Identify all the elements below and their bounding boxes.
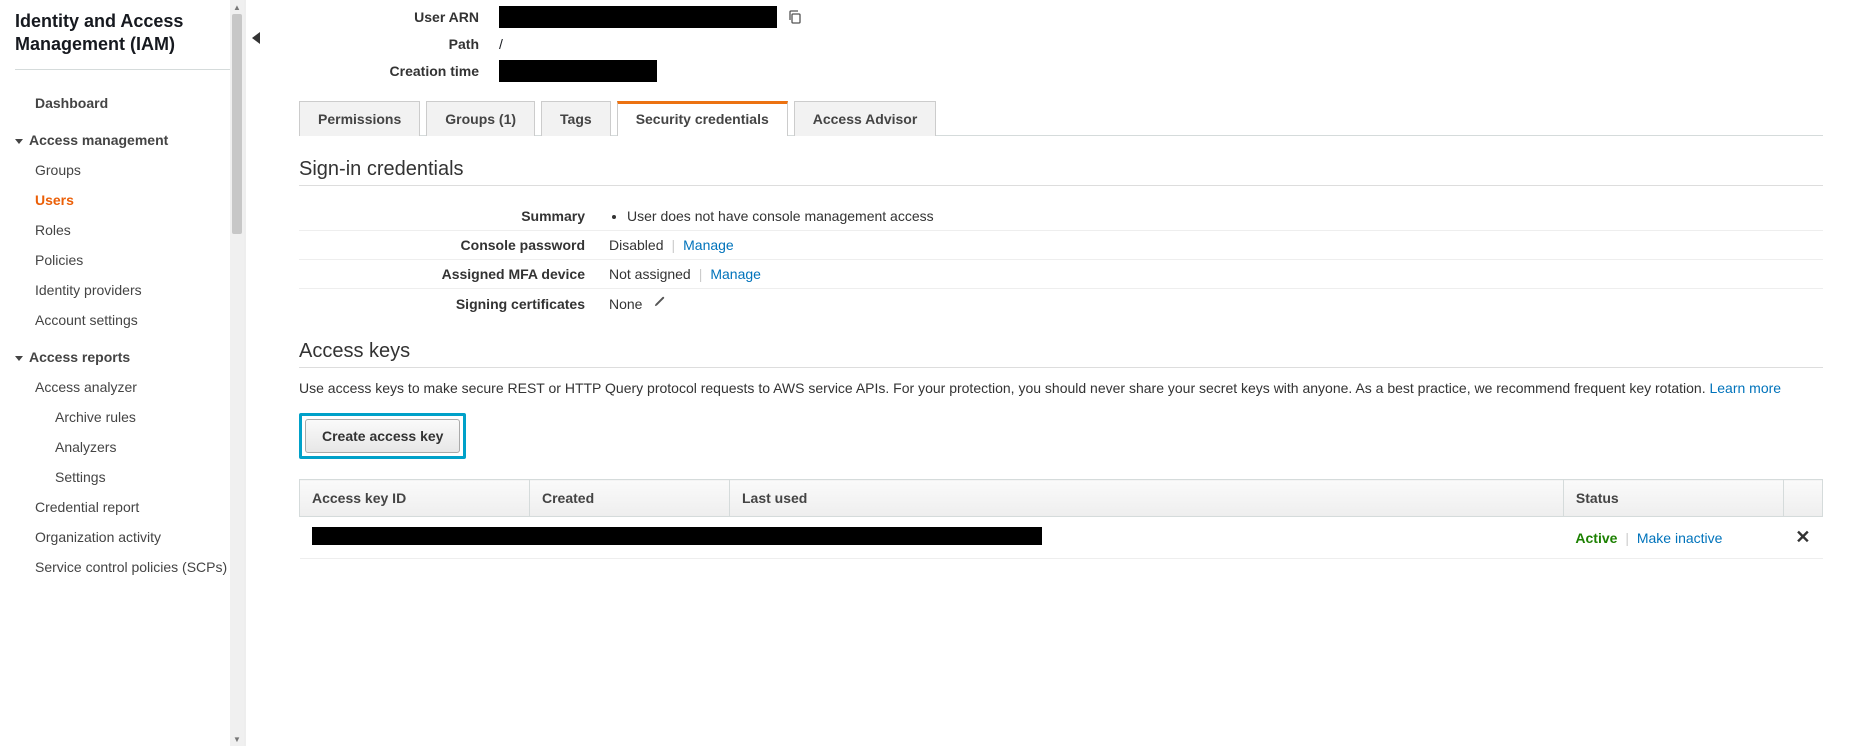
col-last-used: Last used <box>730 480 1564 517</box>
col-actions <box>1783 480 1822 517</box>
access-keys-description: Use access keys to make secure REST or H… <box>299 378 1823 399</box>
collapse-sidebar-icon[interactable] <box>252 32 260 44</box>
caret-down-icon <box>15 139 23 144</box>
tab-groups[interactable]: Groups (1) <box>426 101 535 136</box>
tab-access-advisor[interactable]: Access Advisor <box>794 101 937 136</box>
copy-icon[interactable] <box>787 9 803 25</box>
sidebar-title: Identity and Access Management (IAM) <box>15 10 244 70</box>
access-key-id-redacted <box>312 527 1042 545</box>
nav-access-analyzer[interactable]: Access analyzer <box>15 372 244 402</box>
summary-value: User does not have console management ac… <box>627 208 934 224</box>
tab-permissions[interactable]: Permissions <box>299 101 420 136</box>
col-created: Created <box>530 480 730 517</box>
tab-tags[interactable]: Tags <box>541 101 611 136</box>
create-access-key-button[interactable]: Create access key <box>305 419 460 453</box>
nav-organization-activity[interactable]: Organization activity <box>15 522 244 552</box>
nav-settings[interactable]: Settings <box>15 462 244 492</box>
manage-console-password-link[interactable]: Manage <box>683 237 734 253</box>
access-keys-desc-text: Use access keys to make secure REST or H… <box>299 380 1709 396</box>
sidebar-divider <box>245 0 269 746</box>
user-arn-value-redacted <box>499 6 777 28</box>
user-info: User ARN Path / Creation time <box>299 6 1823 82</box>
signin-credentials-title: Sign-in credentials <box>299 158 1823 186</box>
nav-groups[interactable]: Groups <box>15 155 244 185</box>
nav-identity-providers[interactable]: Identity providers <box>15 275 244 305</box>
path-value: / <box>499 36 503 52</box>
user-arn-label: User ARN <box>299 9 499 25</box>
scroll-thumb[interactable] <box>232 14 242 234</box>
pencil-icon[interactable] <box>652 295 666 312</box>
scrollbar[interactable]: ▲ ▼ <box>230 0 244 746</box>
console-password-value: Disabled <box>609 237 663 253</box>
learn-more-link[interactable]: Learn more <box>1709 380 1781 396</box>
manage-mfa-link[interactable]: Manage <box>710 266 761 282</box>
signing-cert-value: None <box>609 296 642 312</box>
pipe-divider: | <box>699 266 703 282</box>
signin-credentials-table: Summary User does not have console manag… <box>299 202 1823 318</box>
scroll-up-icon[interactable]: ▲ <box>230 0 244 14</box>
status-badge: Active <box>1575 530 1617 546</box>
nav-account-settings[interactable]: Account settings <box>15 305 244 335</box>
delete-key-icon[interactable]: ✕ <box>1795 527 1810 547</box>
mfa-value: Not assigned <box>609 266 691 282</box>
signing-cert-label: Signing certificates <box>299 296 609 312</box>
scroll-down-icon[interactable]: ▼ <box>230 732 244 746</box>
access-keys-title: Access keys <box>299 340 1823 368</box>
caret-down-icon <box>15 356 23 361</box>
nav-section-label: Access management <box>29 132 168 148</box>
mfa-label: Assigned MFA device <box>299 266 609 282</box>
nav-scps[interactable]: Service control policies (SCPs) <box>15 552 244 582</box>
pipe-divider: | <box>671 237 675 253</box>
nav-roles[interactable]: Roles <box>15 215 244 245</box>
creation-time-label: Creation time <box>299 63 499 79</box>
tab-security-credentials[interactable]: Security credentials <box>617 101 788 136</box>
summary-label: Summary <box>299 208 609 224</box>
nav-credential-report[interactable]: Credential report <box>15 492 244 522</box>
path-label: Path <box>299 36 499 52</box>
nav-section-access-management[interactable]: Access management <box>15 118 244 155</box>
col-status: Status <box>1563 480 1783 517</box>
nav-analyzers[interactable]: Analyzers <box>15 432 244 462</box>
tabs: Permissions Groups (1) Tags Security cre… <box>299 100 1823 136</box>
pipe-divider: | <box>1625 530 1629 546</box>
creation-time-value-redacted <box>499 60 657 82</box>
sidebar: Identity and Access Management (IAM) Das… <box>0 0 245 746</box>
console-password-label: Console password <box>299 237 609 253</box>
nav-archive-rules[interactable]: Archive rules <box>15 402 244 432</box>
main-content: User ARN Path / Creation time P <box>269 0 1853 746</box>
nav-dashboard[interactable]: Dashboard <box>15 88 244 118</box>
create-access-key-highlight: Create access key <box>299 413 466 459</box>
nav-policies[interactable]: Policies <box>15 245 244 275</box>
table-row: Active | Make inactive ✕ <box>300 517 1823 559</box>
col-access-key-id: Access key ID <box>300 480 530 517</box>
make-inactive-link[interactable]: Make inactive <box>1637 530 1723 546</box>
nav-section-label: Access reports <box>29 349 130 365</box>
nav-users[interactable]: Users <box>15 185 244 215</box>
access-keys-table: Access key ID Created Last used Status A… <box>299 479 1823 559</box>
nav-section-access-reports[interactable]: Access reports <box>15 335 244 372</box>
